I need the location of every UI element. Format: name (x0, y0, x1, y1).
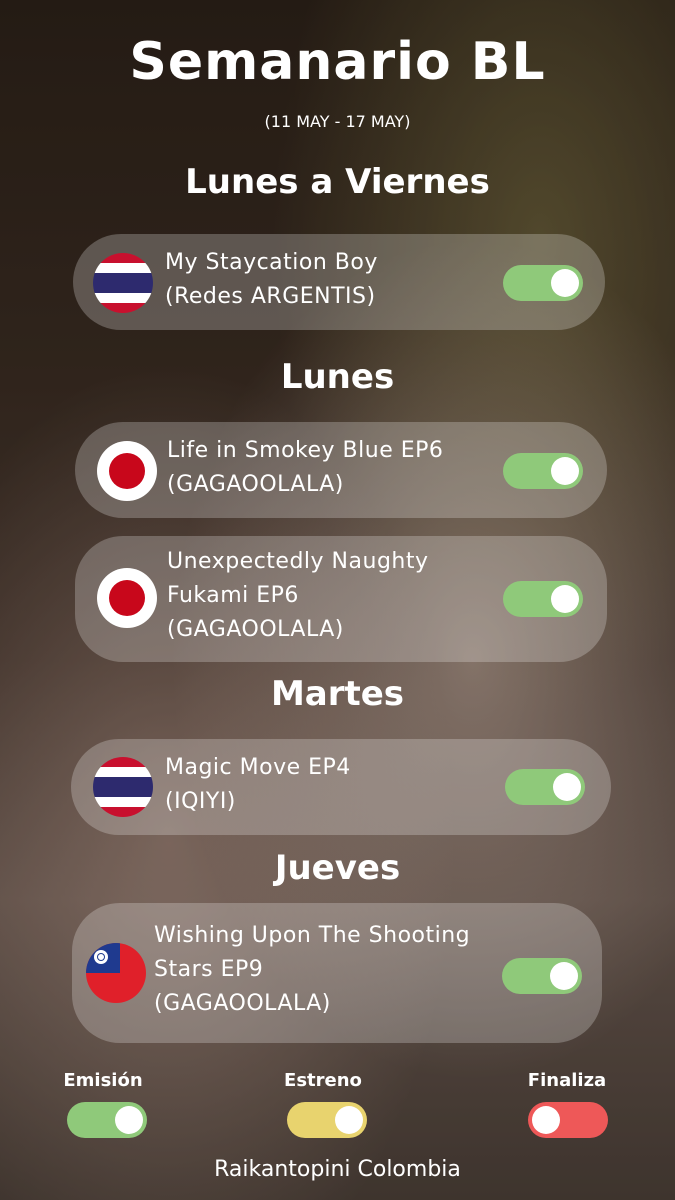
show-title: My Staycation Boy (165, 250, 378, 275)
show-text: My Staycation Boy (Redes ARGENTIS) (165, 246, 378, 314)
legend-toggle-emision[interactable] (67, 1102, 147, 1138)
japan-flag-icon (97, 568, 157, 628)
footer-credit: Raikantopini Colombia (214, 1157, 461, 1182)
section-heading-lunes-a-viernes: Lunes a Viernes (185, 162, 490, 202)
legend-label-estreno: Estreno (284, 1070, 362, 1091)
status-toggle-emision[interactable] (503, 581, 583, 617)
section-heading-lunes: Lunes (280, 357, 395, 397)
thailand-flag-icon (93, 253, 153, 313)
show-title: Life in Smokey Blue EP6 (167, 438, 444, 463)
show-text: Wishing Upon The Shooting Stars EP9 (GAG… (154, 919, 470, 1021)
show-card-my-staycation-boy: My Staycation Boy (Redes ARGENTIS) (73, 234, 605, 330)
show-text: Life in Smokey Blue EP6 (GAGAOOLALA) (167, 434, 443, 502)
show-platform: (IQIYI) (165, 789, 236, 814)
status-toggle-emision[interactable] (503, 265, 583, 301)
show-text: Unexpectedly Naughty Fukami EP6 (GAGAOOL… (167, 545, 429, 647)
status-toggle-emision[interactable] (505, 769, 585, 805)
status-toggle-emision[interactable] (502, 958, 582, 994)
show-card-life-in-smokey-blue: Life in Smokey Blue EP6 (GAGAOOLALA) (75, 422, 607, 518)
show-title: Magic Move EP4 (165, 755, 351, 780)
thailand-flag-icon (93, 757, 153, 817)
show-title-line-2: Fukami EP6 (167, 583, 299, 608)
date-range: (11 MAY - 17 MAY) (264, 112, 411, 131)
legend-toggle-estreno[interactable] (287, 1102, 367, 1138)
show-card-wishing-upon-the-shooting-stars: Wishing Upon The Shooting Stars EP9 (GAG… (72, 903, 602, 1043)
taiwan-flag-icon (86, 943, 146, 1003)
section-heading-martes: Martes (270, 674, 405, 714)
legend-label-finaliza: Finaliza (527, 1070, 607, 1091)
japan-flag-icon (97, 441, 157, 501)
legend-label-emision: Emisión (63, 1070, 143, 1091)
section-heading-jueves: Jueves (274, 848, 401, 888)
show-text: Magic Move EP4 (IQIYI) (165, 751, 351, 819)
show-card-magic-move: Magic Move EP4 (IQIYI) (71, 739, 611, 835)
show-platform: (GAGAOOLALA) (167, 472, 344, 497)
show-title-line-1: Wishing Upon The Shooting (154, 923, 471, 948)
page-title: Semanario BL (129, 32, 546, 92)
status-toggle-emision[interactable] (503, 453, 583, 489)
show-card-unexpectedly-naughty-fukami: Unexpectedly Naughty Fukami EP6 (GAGAOOL… (75, 536, 607, 662)
show-title-line-1: Unexpectedly Naughty (167, 549, 429, 574)
show-platform: (GAGAOOLALA) (154, 991, 331, 1016)
show-platform: (Redes ARGENTIS) (165, 284, 376, 309)
legend-toggle-finaliza[interactable] (528, 1102, 608, 1138)
show-title-line-2: Stars EP9 (154, 957, 264, 982)
show-platform: (GAGAOOLALA) (167, 617, 344, 642)
